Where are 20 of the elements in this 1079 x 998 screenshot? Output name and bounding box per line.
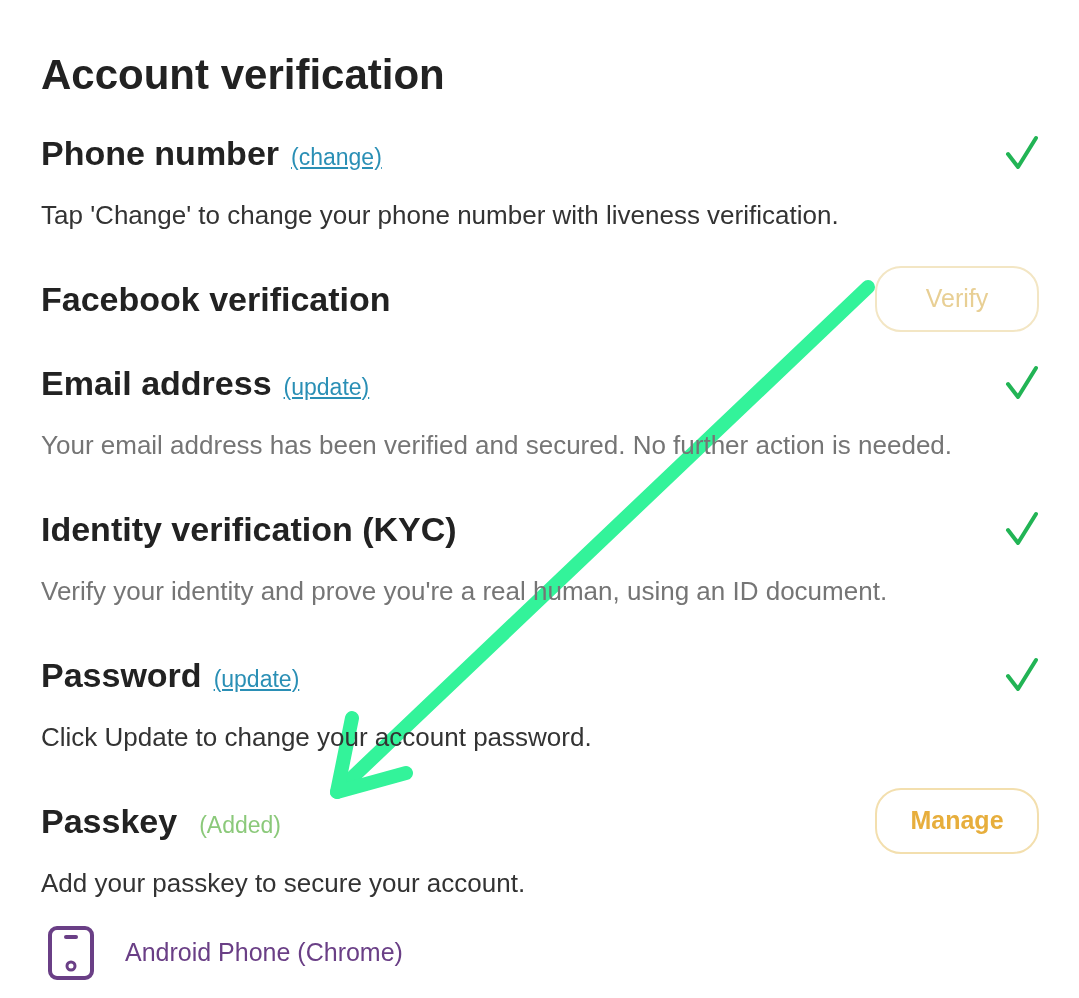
change-link[interactable]: (change): [291, 139, 382, 174]
action-button[interactable]: Manage: [875, 788, 1039, 854]
section-title: Email address: [41, 362, 272, 404]
page-heading: Account verification: [41, 50, 446, 100]
section-title: Password: [41, 654, 202, 696]
section-title: Passkey: [41, 800, 178, 842]
device-name[interactable]: Android Phone (Chrome): [125, 934, 403, 972]
phone-icon: [47, 925, 95, 981]
section-description: Add your passkey to secure your account.: [41, 867, 526, 900]
checkmark-icon: [1005, 365, 1039, 401]
section-title: Facebook verification: [41, 278, 391, 320]
checkmark-icon: [1005, 657, 1039, 693]
change-link[interactable]: (update): [213, 661, 300, 696]
section-description: Tap 'Change' to change your phone number with liveness verification.: [41, 199, 839, 232]
section-title: Phone number: [41, 132, 280, 174]
checkmark-icon: [1005, 135, 1039, 171]
section-title: Identity verification (KYC): [41, 508, 457, 550]
checkmark-icon: [1005, 511, 1039, 547]
status-label: (Added): [199, 810, 281, 840]
change-link[interactable]: (update): [283, 369, 370, 404]
